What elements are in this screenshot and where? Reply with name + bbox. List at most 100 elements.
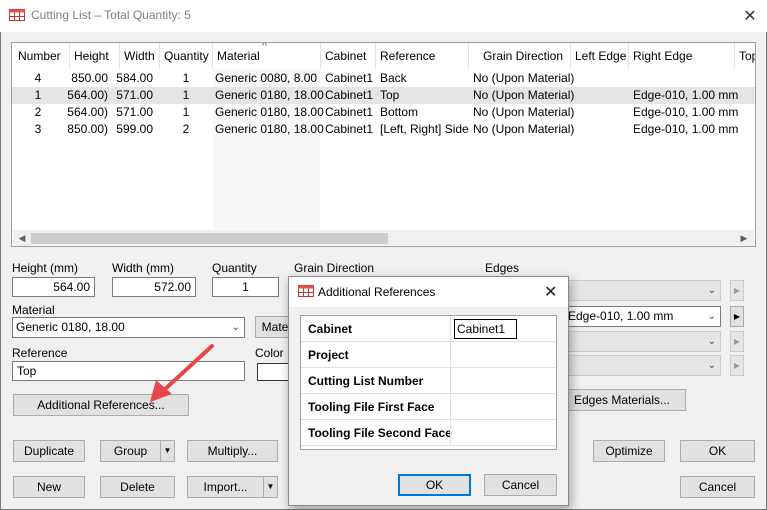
col-header-cabinet[interactable]: Cabinet — [325, 43, 366, 69]
cell-reference: Bottom — [380, 105, 419, 119]
col-header-grain-direction[interactable]: Grain Direction — [483, 43, 563, 69]
grid-key: Tooling File First Face — [308, 400, 435, 414]
cell-number: 2 — [34, 105, 42, 119]
material-select-value: Generic 0180, 18.00 — [16, 320, 125, 334]
cutting-list-app-icon — [9, 9, 25, 21]
col-header-quantity[interactable]: Quantity — [164, 43, 209, 69]
grid-row-cabinet: Cabinet Cabinet1 — [301, 316, 556, 342]
duplicate-button[interactable]: Duplicate — [13, 440, 85, 462]
optimize-button[interactable]: Optimize — [593, 440, 665, 462]
col-header-number[interactable]: Number — [18, 43, 61, 69]
cell-number: 1 — [34, 88, 42, 102]
cell-cabinet: Cabinet1 — [325, 122, 374, 136]
delete-button[interactable]: Delete — [100, 476, 175, 498]
import-dropdown-icon[interactable]: ▼ — [263, 477, 277, 497]
quantity-input[interactable]: 1 — [212, 277, 279, 297]
new-button[interactable]: New — [13, 476, 85, 498]
cell-material: Generic 0080, 8.00 — [215, 71, 318, 85]
table-row[interactable]: 2 564.00) 571.00 1 Generic 0180, 18.00 C… — [12, 104, 755, 121]
grid-row-tooling-second-face[interactable]: Tooling File Second Face — [301, 420, 556, 446]
group-dropdown-icon[interactable]: ▼ — [160, 441, 174, 461]
grid-row-tooling-first-face[interactable]: Tooling File First Face — [301, 394, 556, 420]
cell-material: Generic 0180, 18.00 — [215, 122, 324, 136]
col-header-top[interactable]: Top — [739, 43, 755, 69]
group-button[interactable]: Group ▼ — [100, 440, 175, 462]
cell-grain-direction: No (Upon Material) — [473, 88, 575, 102]
title-bar: Cutting List – Total Quantity: 5 ✕ — [0, 0, 767, 32]
horizontal-scrollbar[interactable]: ◀ ▶ — [13, 230, 754, 246]
additional-references-dialog: Additional References ✕ Cabinet Cabinet1… — [288, 276, 569, 506]
table-row[interactable]: 3 850.00) 599.00 2 Generic 0180, 18.00 C… — [12, 121, 755, 138]
dialog-ok-button[interactable]: OK — [398, 474, 471, 496]
grid-row-project[interactable]: Project — [301, 342, 556, 368]
cell-right-edge: Edge-010, 1.00 mm — [633, 88, 739, 102]
dialog-title: Additional References — [318, 285, 436, 299]
window-title: Cutting List – Total Quantity: 5 — [31, 8, 191, 22]
right-edge-select[interactable]: Edge-010, 1.00 mm ⌄ — [560, 306, 721, 327]
multiply-button[interactable]: Multiply... — [187, 440, 278, 462]
col-header-height[interactable]: Height — [74, 43, 109, 69]
left-edge-more-button[interactable]: ▶ — [730, 355, 744, 376]
material-select[interactable]: Generic 0180, 18.00 ⌄ — [12, 317, 245, 338]
height-label: Height (mm) — [12, 261, 79, 275]
sort-ascending-icon: ^ — [262, 42, 268, 52]
ok-button[interactable]: OK — [680, 440, 755, 462]
cell-width: 571.00 — [116, 105, 153, 119]
height-input[interactable]: 564.00 — [12, 277, 95, 297]
cell-cabinet: Cabinet1 — [325, 71, 374, 85]
cell-number: 4 — [34, 71, 42, 85]
grid-row-cutting-list-number[interactable]: Cutting List Number — [301, 368, 556, 394]
col-header-left-edge[interactable]: Left Edge — [575, 43, 626, 69]
close-icon[interactable]: ✕ — [741, 6, 759, 26]
cell-quantity: 1 — [182, 71, 190, 85]
color-swatch[interactable] — [257, 363, 292, 381]
cell-cabinet: Cabinet1 — [325, 88, 374, 102]
cell-grain-direction: No (Upon Material) — [473, 105, 575, 119]
cell-material: Generic 0180, 18.00 — [215, 105, 324, 119]
references-grid: Cabinet Cabinet1 Project Cutting List Nu… — [300, 315, 557, 450]
right-edge-more-button[interactable]: ▶ — [730, 306, 744, 327]
quantity-label: Quantity — [212, 261, 257, 275]
dialog-app-icon — [298, 285, 314, 297]
scroll-right-icon[interactable]: ▶ — [737, 232, 751, 245]
group-button-label: Group — [113, 444, 148, 458]
color-label: Color — [255, 346, 284, 360]
material-label: Material — [12, 303, 55, 317]
cell-quantity: 1 — [182, 105, 190, 119]
cell-right-edge: Edge-010, 1.00 mm — [633, 122, 739, 136]
cell-width: 571.00 — [116, 88, 153, 102]
dialog-cancel-button[interactable]: Cancel — [484, 474, 557, 496]
bottom-edge-more-button[interactable]: ▶ — [730, 331, 744, 352]
bottom-edge-select[interactable]: ⌄ — [560, 331, 721, 352]
import-button-label: Import... — [203, 480, 248, 494]
col-header-right-edge[interactable]: Right Edge — [633, 43, 692, 69]
cell-quantity: 2 — [182, 122, 190, 136]
top-edge-select[interactable]: ⌄ — [560, 280, 721, 301]
left-edge-select[interactable]: ⌄ — [560, 355, 721, 376]
width-input[interactable]: 572.00 — [112, 277, 196, 297]
cell-reference: Back — [380, 71, 407, 85]
col-header-reference[interactable]: Reference — [380, 43, 435, 69]
grid-key: Project — [308, 348, 349, 362]
col-header-width[interactable]: Width — [124, 43, 155, 69]
grain-direction-label: Grain Direction — [294, 261, 375, 275]
cabinet-value-input[interactable]: Cabinet1 — [454, 319, 517, 339]
scrollbar-thumb[interactable] — [31, 233, 388, 244]
import-button[interactable]: Import... ▼ — [187, 476, 278, 498]
cell-grain-direction: No (Upon Material) — [473, 71, 575, 85]
scroll-left-icon[interactable]: ◀ — [15, 232, 29, 245]
cancel-button[interactable]: Cancel — [680, 476, 755, 498]
cell-height: 564.00) — [67, 105, 108, 119]
table-row[interactable]: 4 850.00 584.00 1 Generic 0080, 8.00 Cab… — [12, 70, 755, 87]
dialog-close-icon[interactable]: ✕ — [544, 282, 557, 302]
top-edge-more-button[interactable]: ▶ — [730, 280, 744, 301]
chevron-down-icon: ⌄ — [707, 311, 716, 322]
cell-reference: [Left, Right] Side — [380, 122, 469, 136]
table-row-selected[interactable]: 1 564.00) 571.00 1 Generic 0180, 18.00 C… — [12, 87, 755, 104]
right-edge-value: Edge-010, 1.00 mm — [568, 309, 674, 323]
col-header-material[interactable]: Material — [217, 43, 260, 69]
edges-materials-button[interactable]: Edges Materials... — [558, 389, 686, 411]
cutting-list-table[interactable]: Number Height Width Quantity Material ^ … — [11, 42, 756, 247]
grid-key: Tooling File Second Face — [308, 426, 452, 440]
reference-label: Reference — [12, 346, 68, 360]
